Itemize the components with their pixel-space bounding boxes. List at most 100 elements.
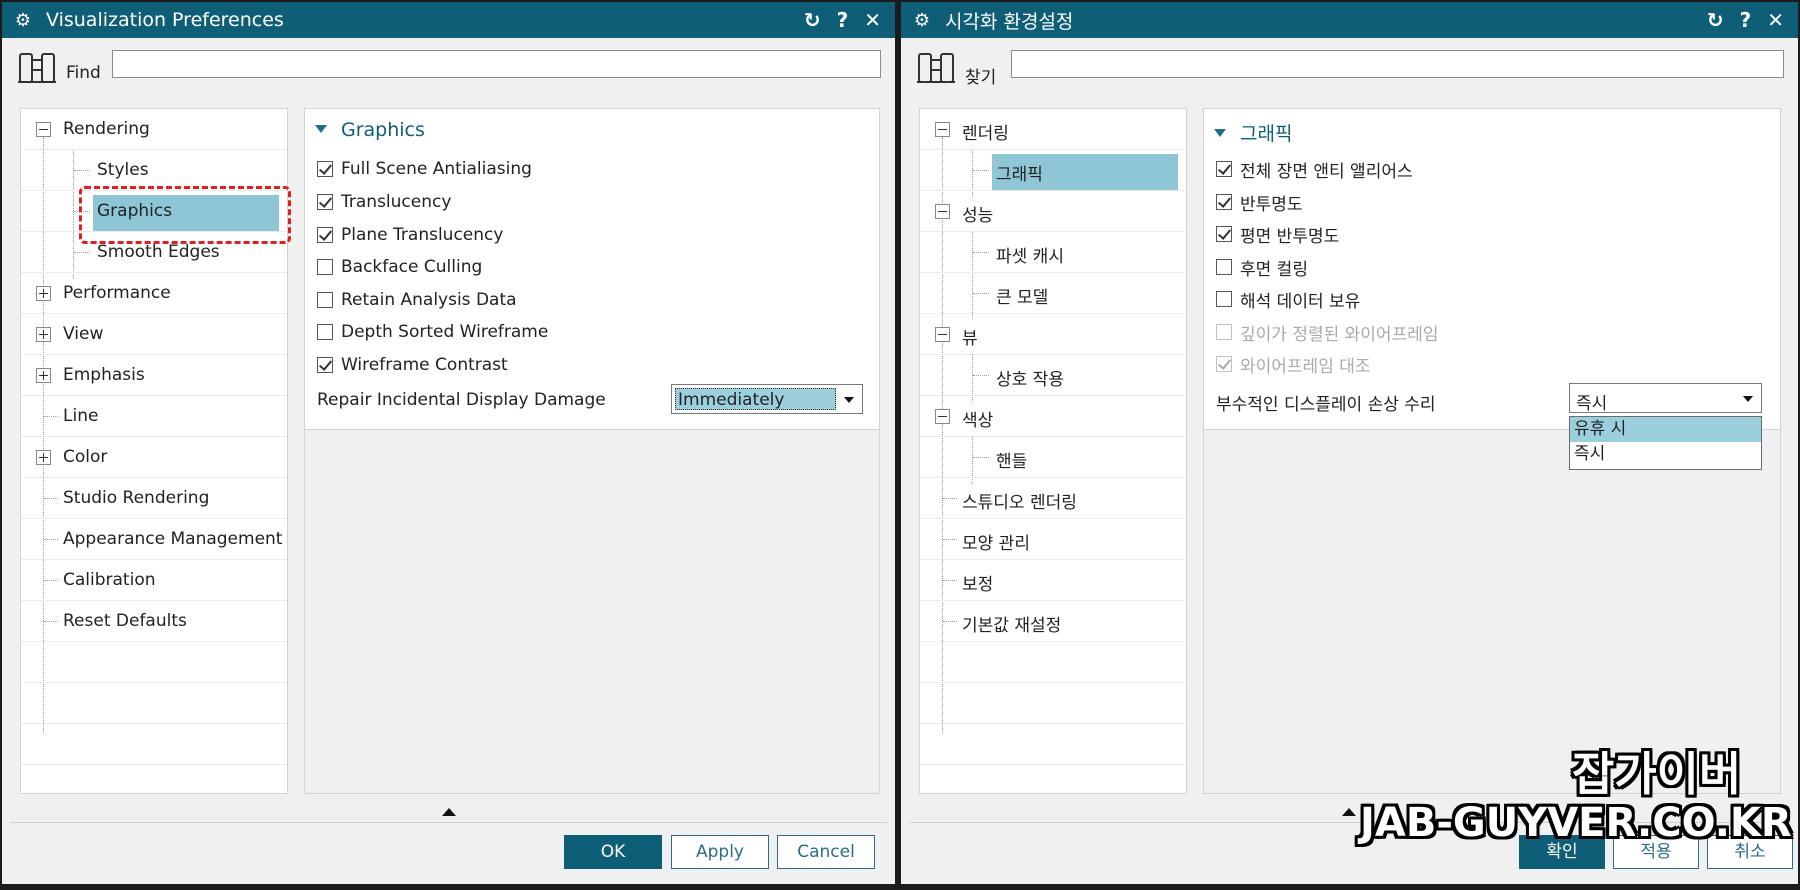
collapse-icon[interactable] (935, 122, 950, 137)
tree-item-color[interactable]: 색상 (920, 396, 1186, 437)
tree-item-line[interactable]: Line (21, 396, 287, 437)
tree-item-label: Color (63, 447, 108, 467)
tree-item-label: Rendering (63, 119, 150, 139)
checkbox[interactable] (1216, 291, 1232, 307)
tree-item-appearance-management[interactable]: Appearance Management (21, 519, 287, 560)
option-depth-sorted-wireframe: 깊이가 정렬된 와이어프레임 (1216, 320, 1439, 345)
tree-item-label: 그래픽 (996, 165, 1043, 185)
reset-icon[interactable]: ↻ (804, 8, 821, 32)
repair-dropdown-list: 유휴 시 즉시 (1569, 416, 1762, 470)
option-depth-sorted-wireframe[interactable]: Depth Sorted Wireframe (317, 320, 548, 344)
separator (10, 822, 887, 823)
tree-item-reset-defaults[interactable]: Reset Defaults (21, 601, 287, 642)
option-full-scene-antialiasing[interactable]: Full Scene Antialiasing (317, 157, 532, 181)
option-retain-analysis-data[interactable]: Retain Analysis Data (317, 288, 517, 312)
expand-icon[interactable] (36, 286, 51, 301)
dropdown-option-idle[interactable]: 유휴 시 (1570, 417, 1761, 442)
find-input[interactable] (112, 50, 881, 78)
collapse-icon[interactable] (935, 204, 950, 219)
checkbox[interactable] (1216, 161, 1232, 177)
tree-item-calibration[interactable]: Calibration (21, 560, 287, 601)
collapse-arrow-icon (1214, 128, 1226, 137)
option-label: 와이어프레임 대조 (1240, 356, 1371, 377)
tree-item-color[interactable]: Color (21, 437, 287, 478)
tree-item-label: 기본값 재설정 (962, 616, 1062, 636)
checkbox[interactable] (317, 292, 333, 308)
option-backface-culling[interactable]: Backface Culling (317, 255, 482, 279)
tree-item-large-model[interactable]: 큰 모델 (920, 273, 1186, 314)
tree-item-label: 렌더링 (962, 124, 1009, 144)
apply-button[interactable]: Apply (671, 835, 769, 869)
checkbox[interactable] (1216, 226, 1232, 242)
tree-item-reset-defaults[interactable]: 기본값 재설정 (920, 601, 1186, 642)
tree-item-view[interactable]: View (21, 314, 287, 355)
tree-item-graphics[interactable]: 그래픽 (920, 150, 1186, 191)
close-icon[interactable]: ✕ (1767, 8, 1784, 32)
expand-icon[interactable] (36, 450, 51, 465)
repair-label: 부수적인 디스플레이 손상 수리 (1216, 395, 1436, 415)
tree-item-label: Line (63, 406, 99, 426)
section-header[interactable]: 그래픽 (1214, 119, 1292, 146)
section-title: Graphics (341, 119, 425, 141)
option-wireframe-contrast[interactable]: Wireframe Contrast (317, 353, 508, 377)
tree-item-label: 큰 모델 (996, 288, 1049, 308)
checkbox[interactable] (317, 259, 333, 275)
option-label: Translucency (341, 192, 452, 212)
collapse-up-icon[interactable] (442, 808, 456, 816)
option-full-scene-antialiasing[interactable]: 전체 장면 앤티 앨리어스 (1216, 157, 1413, 182)
panel-empty-area (304, 430, 880, 794)
tree-item-view[interactable]: 뷰 (920, 314, 1186, 355)
checkbox[interactable] (317, 324, 333, 340)
ok-button[interactable]: OK (564, 835, 662, 869)
expand-icon[interactable] (36, 327, 51, 342)
dropdown-option-immediately[interactable]: 즉시 (1570, 442, 1761, 467)
tree-empty-row (21, 683, 287, 724)
checkbox[interactable] (1216, 259, 1232, 275)
gear-icon: ⚙ (14, 9, 32, 31)
help-icon[interactable]: ? (837, 8, 849, 32)
help-icon[interactable]: ? (1740, 8, 1752, 32)
expand-icon[interactable] (36, 368, 51, 383)
option-translucency[interactable]: 반투명도 (1216, 190, 1303, 215)
checkbox[interactable] (317, 194, 333, 210)
repair-select[interactable]: Immediately (671, 384, 863, 414)
collapse-icon[interactable] (935, 409, 950, 424)
tree-item-label: 상호 작용 (996, 370, 1064, 390)
checkbox[interactable] (1216, 194, 1232, 210)
repair-select[interactable]: 즉시 (1569, 383, 1762, 414)
section-header[interactable]: Graphics (315, 119, 425, 141)
cancel-button[interactable]: Cancel (777, 835, 875, 869)
tree-item-performance[interactable]: 성능 (920, 191, 1186, 232)
tree-item-styles[interactable]: Styles (21, 150, 287, 191)
option-label: 반투명도 (1240, 194, 1303, 215)
checkbox[interactable] (317, 357, 333, 373)
tree-item-performance[interactable]: Performance (21, 273, 287, 314)
option-retain-analysis-data[interactable]: 해석 데이터 보유 (1216, 287, 1360, 312)
tree-item-appearance-management[interactable]: 모양 관리 (920, 519, 1186, 560)
tree-item-calibration[interactable]: 보정 (920, 560, 1186, 601)
collapse-icon[interactable] (36, 122, 51, 137)
close-icon[interactable]: ✕ (864, 8, 881, 32)
tree-item-studio-rendering[interactable]: Studio Rendering (21, 478, 287, 519)
collapse-up-icon[interactable] (1342, 808, 1356, 816)
tree-empty-row (920, 642, 1186, 683)
tree-item-rendering[interactable]: 렌더링 (920, 109, 1186, 150)
title-bar: ⚙ Visualization Preferences ↻ ? ✕ (2, 2, 895, 38)
checkbox[interactable] (317, 161, 333, 177)
tree-item-label: View (63, 324, 104, 344)
collapse-icon[interactable] (935, 327, 950, 342)
find-input[interactable] (1011, 50, 1784, 78)
option-translucency[interactable]: Translucency (317, 190, 451, 214)
option-backface-culling[interactable]: 후면 컬링 (1216, 255, 1308, 280)
tree-item-emphasis[interactable]: Emphasis (21, 355, 287, 396)
tree-item-facet-cache[interactable]: 파셋 캐시 (920, 232, 1186, 273)
tree-item-studio-rendering[interactable]: 스튜디오 렌더링 (920, 478, 1186, 519)
tree-item-interaction[interactable]: 상호 작용 (920, 355, 1186, 396)
option-plane-translucency[interactable]: Plane Translucency (317, 223, 503, 247)
reset-icon[interactable]: ↻ (1707, 8, 1724, 32)
tree-item-rendering[interactable]: Rendering (21, 109, 287, 150)
tree-item-handles[interactable]: 핸들 (920, 437, 1186, 478)
chevron-down-icon (1743, 396, 1753, 402)
checkbox[interactable] (317, 227, 333, 243)
option-plane-translucency[interactable]: 평면 반투명도 (1216, 222, 1339, 247)
